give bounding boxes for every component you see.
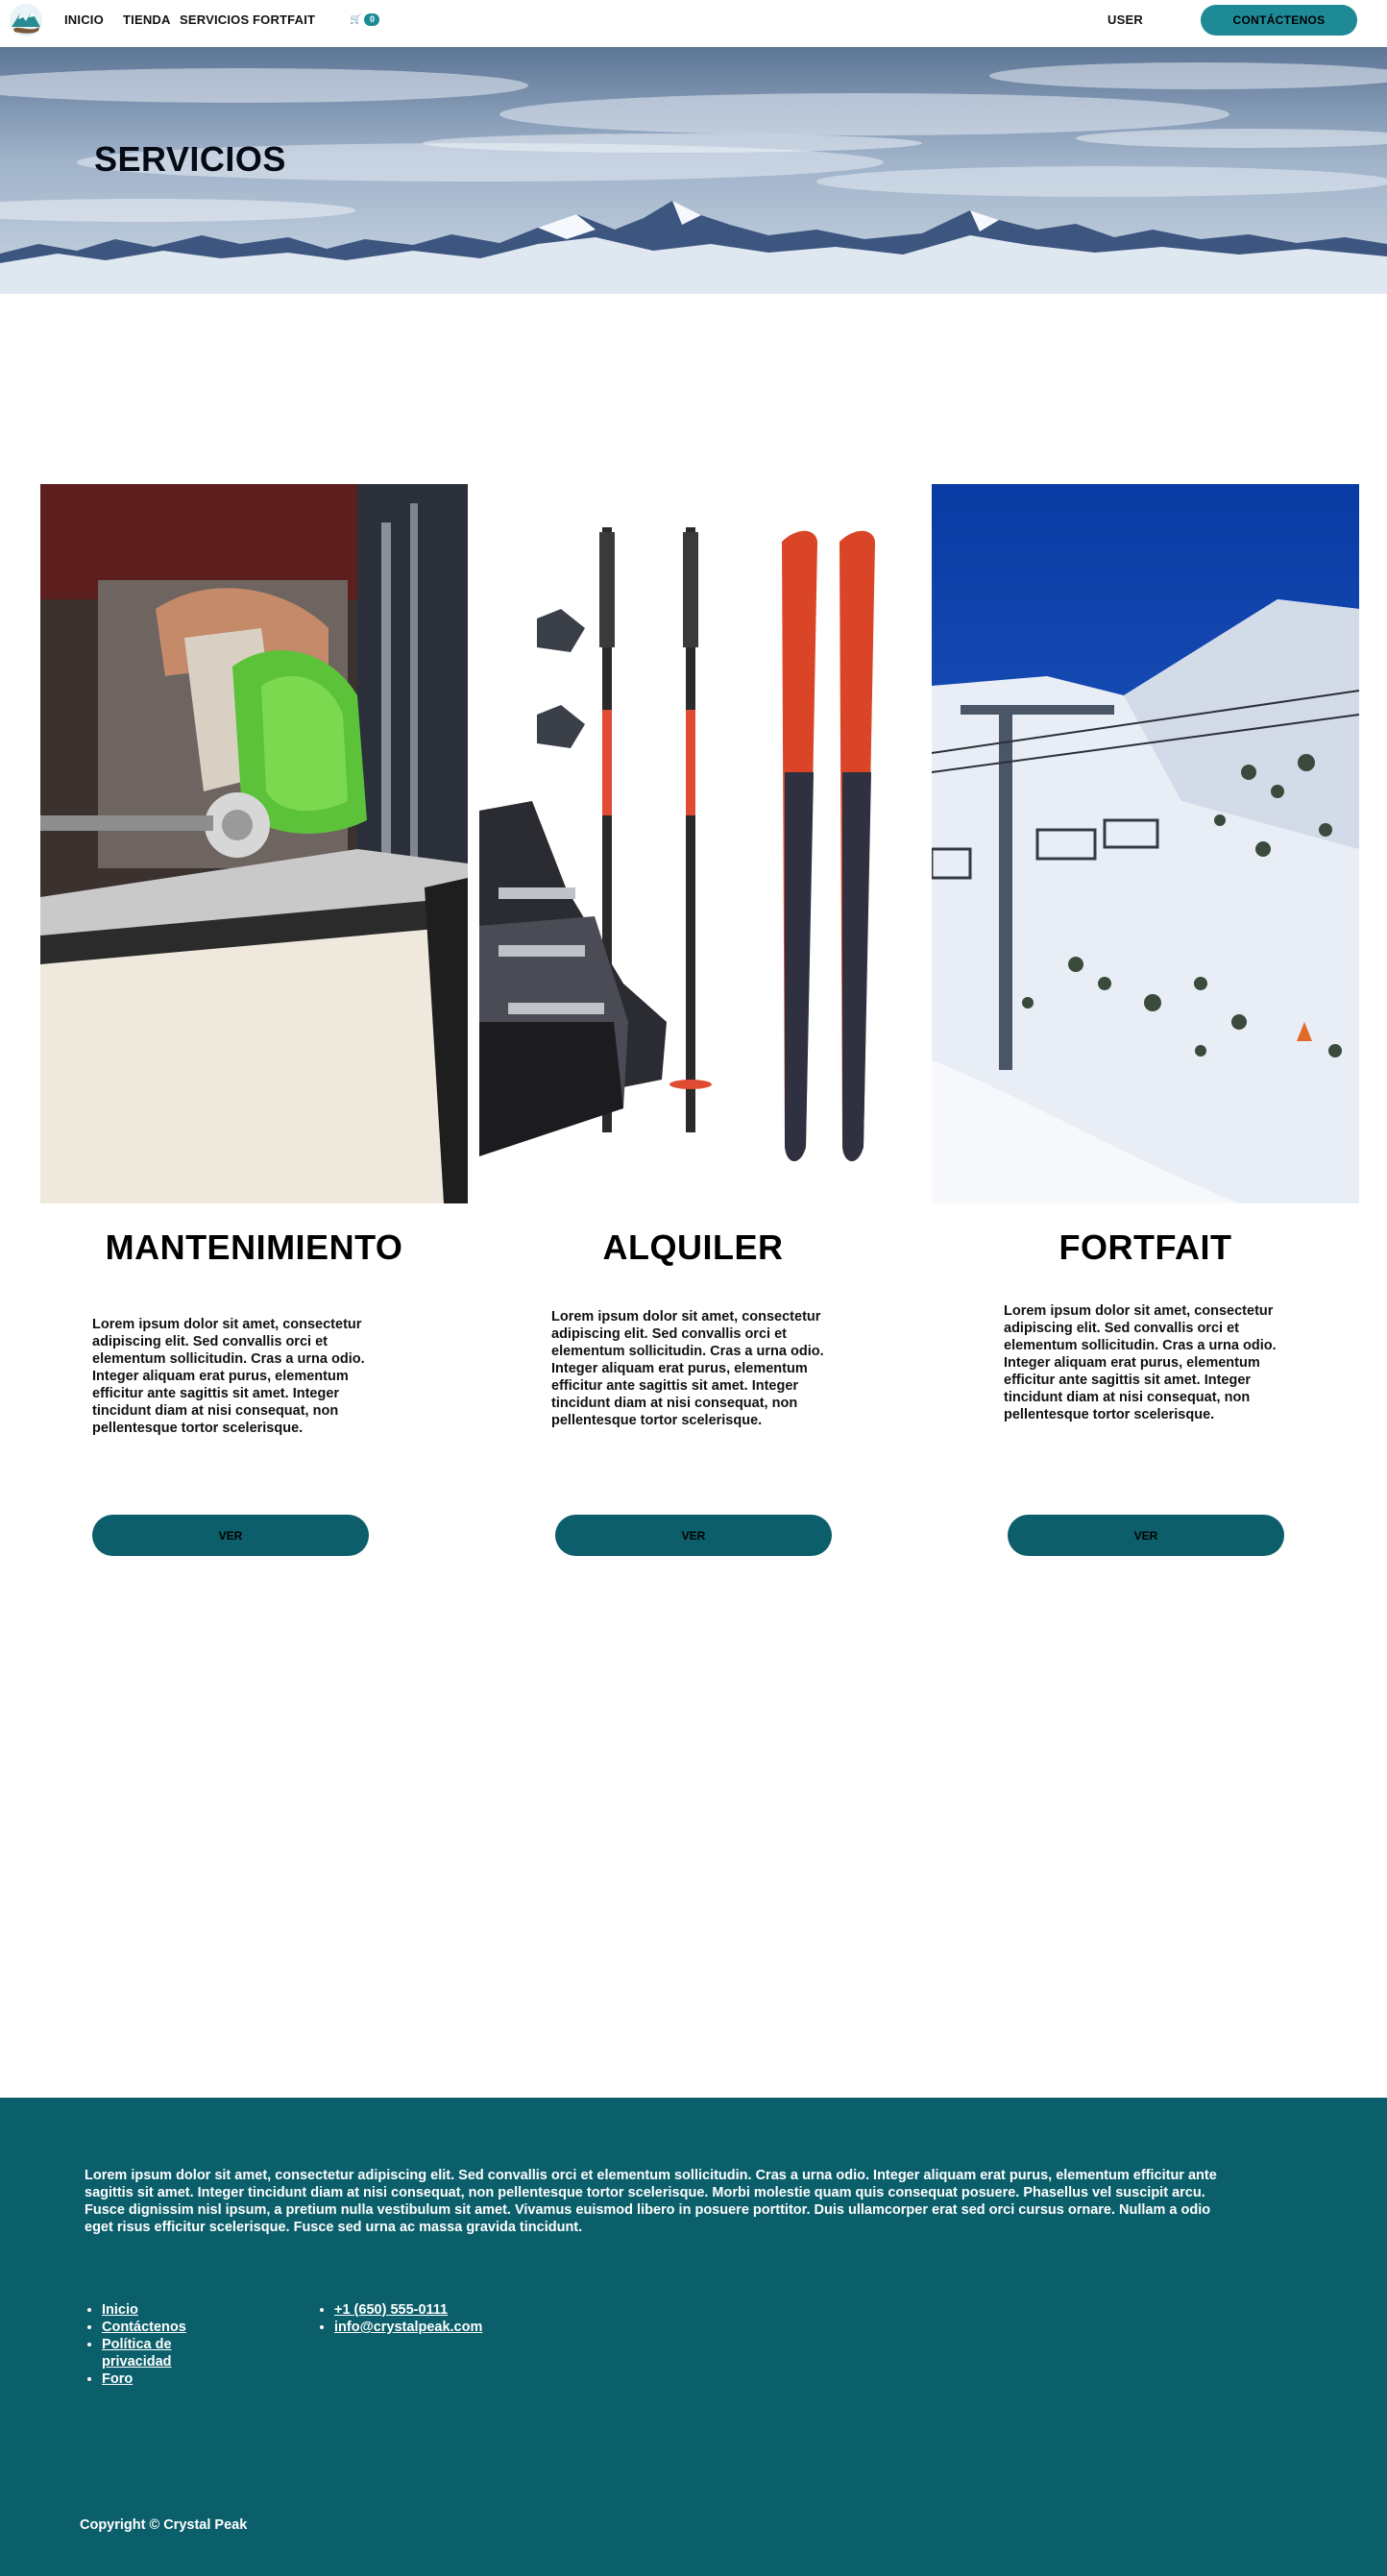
page-title: SERVICIOS [94,139,286,179]
service-description-fortfait: Lorem ipsum dolor sit amet, consectetur … [1004,1303,1277,1422]
footer-phone-link[interactable]: +1 (650) 555-0111 [334,2302,448,2318]
footer-nav-list: Inicio Contáctenos Política de privacida… [102,2301,217,2388]
ver-button-fortfait[interactable]: VER [1008,1515,1284,1556]
footer-list-item: +1 (650) 555-0111 [334,2301,584,2319]
footer-link-foro[interactable]: Foro [102,2371,133,2387]
cart-count-badge: 0 [364,12,380,26]
footer-link-inicio[interactable]: Inicio [102,2302,138,2318]
footer-list-item: info@crystalpeak.com [334,2319,584,2336]
footer-list-item: Política de privacidad [102,2336,217,2370]
ver-button-alquiler[interactable]: VER [555,1515,832,1556]
nav-link-tienda[interactable]: TIENDA [123,12,171,27]
footer-list-item: Contáctenos [102,2319,217,2336]
footer-link-contactenos[interactable]: Contáctenos [102,2320,186,2335]
service-title-alquiler: ALQUILER [602,1227,784,1267]
top-navbar: INICIO TIENDA SERVICIOS FORTFAIT 🛒 0 USE… [0,0,1387,47]
footer-email-link[interactable]: info@crystalpeak.com [334,2320,482,2335]
footer-list-item: Foro [102,2370,217,2388]
cart-icon: 🛒 [350,13,362,25]
nav-link-inicio[interactable]: INICIO [64,12,104,27]
footer-contact-list: +1 (650) 555-0111 info@crystalpeak.com [334,2301,584,2336]
maintenance-image [40,484,468,1203]
nav-link-servicios[interactable]: SERVICIOS [180,12,249,27]
site-footer: Lorem ipsum dolor sit amet, consectetur … [0,2098,1387,2576]
copyright-text: Copyright © Crystal Peak [80,2517,248,2533]
cart-button[interactable]: 🛒 0 [350,12,380,27]
service-description-alquiler: Lorem ipsum dolor sit amet, consectetur … [551,1309,824,1428]
service-title-fortfait: FORTFAIT [1058,1227,1232,1267]
ver-button-mantenimiento[interactable]: VER [92,1515,369,1556]
nav-link-fortfait[interactable]: FORTFAIT [253,12,315,27]
rental-image [479,484,907,1203]
contact-button[interactable]: CONTÁCTENOS [1201,5,1357,36]
mountain-globe-logo-icon[interactable] [8,2,44,38]
ski-lift-image [932,484,1359,1203]
footer-link-privacidad[interactable]: Política de privacidad [102,2337,172,2369]
hero-banner: SERVICIOS [0,47,1387,294]
footer-description: Lorem ipsum dolor sit amet, consectetur … [85,2168,1217,2235]
footer-list-item: Inicio [102,2301,217,2319]
service-title-mantenimiento: MANTENIMIENTO [105,1227,403,1267]
service-description-mantenimiento: Lorem ipsum dolor sit amet, consectetur … [92,1317,365,1436]
user-link[interactable]: USER [1107,12,1143,27]
